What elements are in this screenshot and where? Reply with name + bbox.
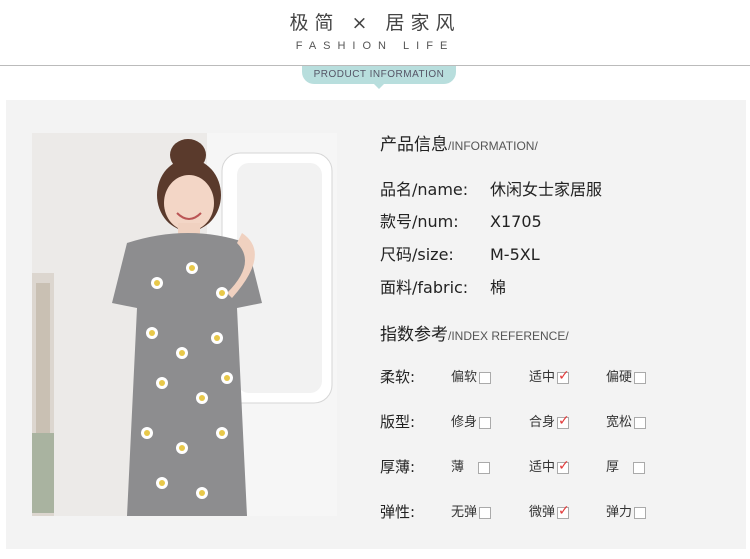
- info-label: 款号/num:: [380, 212, 459, 231]
- index-section-title: 指数参考/INDEX REFERENCE/: [380, 320, 569, 345]
- check-icon: ✓: [558, 367, 570, 384]
- checkbox: ✓: [557, 367, 570, 384]
- checkbox: ✓: [557, 457, 570, 474]
- checkbox: [634, 416, 647, 429]
- info-title-en: /INFORMATION/: [448, 139, 538, 153]
- checkbox: ✓: [557, 412, 570, 429]
- index-option: 厚: [606, 456, 646, 475]
- index-option: 偏软: [451, 366, 492, 385]
- info-label: 面料/fabric:: [380, 278, 469, 297]
- info-section-title: 产品信息/INFORMATION/: [380, 130, 538, 155]
- index-option: 适中 ✓: [529, 457, 570, 476]
- info-row-fabric: 面料/fabric: 棉: [380, 274, 506, 298]
- index-option: 适中 ✓: [529, 367, 570, 386]
- product-information-tag: PRODUCT INFORMATION: [302, 66, 456, 84]
- index-title-cn: 指数参考: [380, 325, 448, 345]
- checkbox: [634, 506, 647, 519]
- checkbox: [479, 416, 492, 429]
- index-option: 薄: [451, 456, 491, 475]
- index-option: 修身: [451, 411, 492, 430]
- info-row-name: 品名/name: 休闲女士家居服: [380, 176, 602, 200]
- info-label: 品名/name:: [380, 180, 469, 199]
- index-option: 合身 ✓: [529, 412, 570, 431]
- check-icon: ✓: [558, 502, 570, 519]
- info-label: 尺码/size:: [380, 245, 454, 264]
- model-illustration: [32, 133, 337, 516]
- info-row-num: 款号/num: X1705: [380, 208, 542, 232]
- info-value: 休闲女士家居服: [490, 180, 603, 199]
- checkbox: [478, 461, 491, 474]
- index-option: 无弹: [451, 501, 492, 520]
- index-option: 偏硬: [606, 366, 647, 385]
- info-row-size: 尺码/size: M-5XL: [380, 241, 540, 265]
- product-photo: [32, 133, 337, 516]
- info-value: X1705: [490, 212, 542, 231]
- info-title-cn: 产品信息: [380, 135, 448, 155]
- checkbox: ✓: [557, 502, 570, 519]
- index-title-en: /INDEX REFERENCE/: [448, 329, 569, 343]
- index-option: 宽松: [606, 411, 647, 430]
- info-value: 棉: [490, 278, 507, 297]
- checkbox: [634, 371, 647, 384]
- index-label: 厚薄:: [380, 458, 416, 476]
- index-label: 柔软:: [380, 368, 416, 386]
- checkbox: [479, 371, 492, 384]
- check-icon: ✓: [558, 412, 570, 429]
- checkbox: [479, 506, 492, 519]
- header-subtitle: FASHION LIFE: [295, 40, 455, 52]
- index-label: 版型:: [380, 413, 416, 431]
- index-label: 弹性:: [380, 503, 416, 521]
- checkbox: [633, 461, 646, 474]
- index-option: 弹力: [606, 501, 647, 520]
- index-option: 微弹 ✓: [529, 502, 570, 521]
- header-title: 极简 × 居家风: [289, 12, 461, 34]
- tag-pointer: [374, 84, 384, 89]
- check-icon: ✓: [558, 457, 570, 474]
- info-value: M-5XL: [490, 245, 540, 264]
